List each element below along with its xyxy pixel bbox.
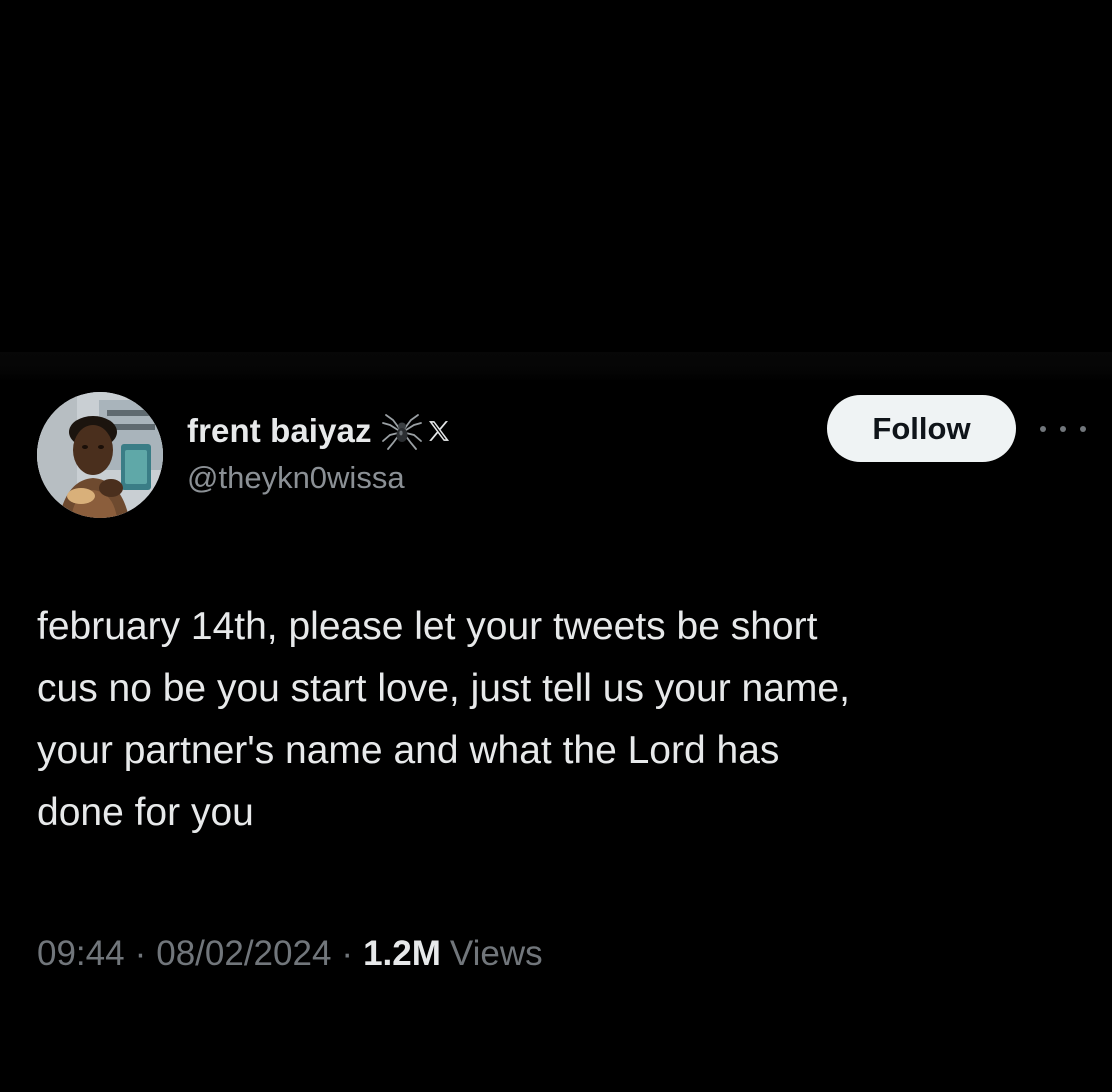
- views-label[interactable]: Views: [450, 934, 543, 974]
- section-divider: [0, 352, 1112, 382]
- post-time[interactable]: 09:44: [37, 934, 125, 974]
- author-display-name[interactable]: frent baiyaz: [187, 412, 372, 450]
- author-name-row: frent baiyaz: [187, 408, 452, 454]
- post-meta: 09:44 · 08/02/2024 · 1.2M Views: [37, 934, 543, 974]
- avatar[interactable]: [37, 392, 163, 518]
- post-text-line: your partner's name and what the Lord ha…: [37, 729, 780, 772]
- follow-button[interactable]: Follow: [827, 395, 1016, 462]
- ellipsis-dot: [1060, 426, 1066, 432]
- empty-top-area: [0, 0, 1112, 352]
- author-handle[interactable]: @theykn0wissa: [187, 460, 405, 496]
- meta-separator: ·: [134, 934, 147, 973]
- ellipsis-dot: [1040, 426, 1046, 432]
- author-badges: [380, 411, 452, 451]
- post-text-line: february 14th, please let your tweets be…: [37, 605, 818, 648]
- ellipsis-dot: [1080, 426, 1086, 432]
- x-logo-icon: [428, 421, 449, 441]
- post-text-line: cus no be you start love, just tell us y…: [37, 667, 850, 710]
- spider-icon: [381, 414, 422, 450]
- views-count[interactable]: 1.2M: [363, 934, 441, 974]
- ellipsis-icon[interactable]: [1040, 418, 1086, 440]
- avatar-photo: [37, 392, 163, 518]
- post-text-line: done for you: [37, 791, 254, 834]
- post-text: february 14th, please let your tweets be…: [37, 596, 1077, 844]
- meta-separator: ·: [341, 934, 354, 973]
- post-date[interactable]: 08/02/2024: [156, 934, 331, 974]
